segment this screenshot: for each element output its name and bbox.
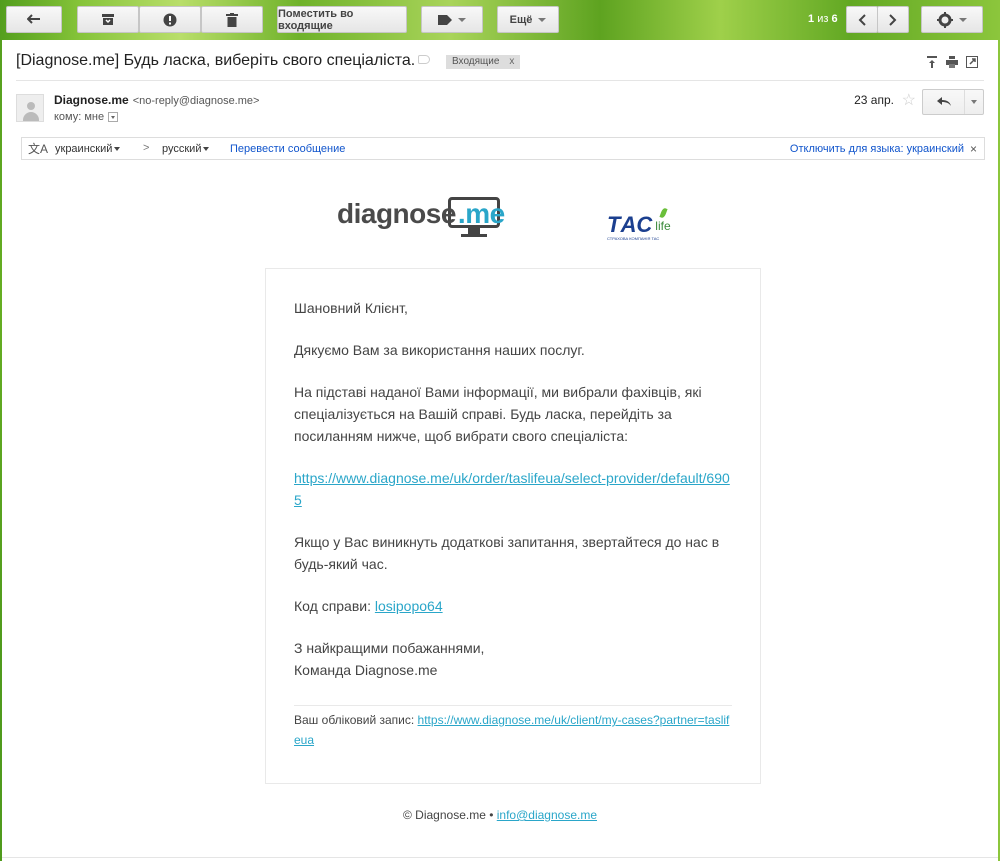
case-code-line: Код справи: losipopo64: [294, 595, 734, 617]
delete-button[interactable]: [201, 6, 263, 33]
remove-label-button[interactable]: x: [509, 56, 514, 67]
message-panel: [Diagnose.me] Будь ласка, виберіть свого…: [2, 40, 998, 861]
case-code-link[interactable]: losipopo64: [375, 598, 443, 614]
message-subject: [Diagnose.me] Будь ласка, виберіть свого…: [16, 52, 416, 69]
gear-icon: [937, 11, 953, 28]
tas-subtitle: СТРАХОВА КОМПАНІЯ ТАС: [607, 236, 660, 241]
message-counter: 1 из 6: [808, 13, 838, 25]
more-label: Ещё: [509, 13, 533, 26]
print-icon[interactable]: [946, 56, 958, 68]
report-spam-icon: [163, 13, 177, 26]
account-label: Ваш обліковий запис:: [294, 713, 418, 727]
subject-actions: [926, 56, 978, 68]
diagnose-me-word: .me: [457, 198, 505, 229]
counter-total: 6: [831, 13, 838, 25]
email-card: Шановний Клієнт, Дякуємо Вам за використ…: [265, 268, 761, 784]
copyright-text: © Diagnose.me •: [403, 808, 497, 822]
avatar: [16, 94, 44, 122]
regards-text: З найкращими побажаннями,: [294, 640, 485, 656]
bottom-divider: [2, 857, 998, 858]
inbox-label-chip: Входящие x: [446, 55, 521, 69]
toolbar: Поместить во входящие Ещё 1 из 6: [0, 0, 1000, 40]
chevron-down-icon: [203, 147, 210, 152]
subject-row: [Diagnose.me] Будь ласка, виберіть свого…: [16, 50, 984, 74]
source-language-select[interactable]: украинский: [55, 143, 121, 155]
reply-button[interactable]: [923, 90, 965, 114]
questions-text: Якщо у Вас виникнуть додаткові запитання…: [294, 534, 720, 572]
chevron-down-icon: [959, 17, 967, 22]
recipient-text: кому: мне: [54, 111, 105, 123]
settings-button[interactable]: [921, 6, 983, 33]
sender-info: Diagnose.me <no-reply@diagnose.me>: [54, 93, 259, 107]
report-spam-button[interactable]: [139, 6, 201, 33]
expand-all-icon[interactable]: [926, 56, 938, 68]
inbox-label-text: Входящие: [452, 56, 500, 67]
translate-bar: 文A украинский > русский Перевести сообще…: [21, 137, 985, 160]
divider: [16, 80, 984, 81]
archive-button[interactable]: [77, 6, 139, 33]
info-email-link[interactable]: info@diagnose.me: [497, 808, 597, 822]
target-language-label: русский: [162, 143, 202, 155]
team-signature: Команда Diagnose.me: [294, 662, 438, 678]
newer-button[interactable]: [846, 6, 878, 33]
reply-icon: [936, 97, 951, 106]
monitor-base: [461, 234, 487, 237]
older-button[interactable]: [877, 6, 909, 33]
arrow-right-icon: >: [143, 142, 150, 154]
select-provider-link[interactable]: https://www.diagnose.me/uk/order/taslife…: [294, 470, 730, 508]
details-dropdown-icon[interactable]: [108, 112, 119, 123]
email-body: Шановний Клієнт, Дякуємо Вам за використ…: [294, 297, 734, 681]
reply-options-icon[interactable]: [971, 100, 977, 104]
new-window-icon[interactable]: [966, 56, 978, 68]
source-language-label: украинский: [55, 143, 113, 155]
arrow-back-icon: [27, 13, 40, 24]
chevron-right-icon: [889, 13, 897, 26]
greeting: Шановний Клієнт,: [294, 300, 408, 316]
star-icon[interactable]: ☆: [902, 90, 916, 110]
case-code-label: Код справи:: [294, 598, 375, 614]
leaf-icon: [659, 207, 668, 219]
tas-logo: ТАС life СТРАХОВА КОМПАНІЯ ТАС: [607, 207, 671, 241]
chevron-down-icon: [458, 17, 466, 22]
chevron-down-icon: [538, 17, 547, 22]
sender-email: <no-reply@diagnose.me>: [132, 95, 260, 107]
info-text: На підставі наданої Вами інформації, ми …: [294, 384, 702, 444]
target-language-select[interactable]: русский: [162, 143, 210, 155]
tas-logo-text: ТАС: [607, 212, 654, 237]
archive-icon: [102, 14, 114, 25]
close-icon[interactable]: ×: [970, 142, 977, 156]
label-tag-icon: [438, 14, 452, 25]
card-divider: [294, 705, 732, 706]
diagnose-logo-text: diagnose.me: [337, 198, 505, 230]
email-footer: © Diagnose.me • info@diagnose.me: [2, 808, 998, 822]
tas-life-text: life: [655, 219, 671, 233]
sender-name: Diagnose.me: [54, 93, 129, 107]
more-button[interactable]: Ещё: [497, 6, 559, 33]
disable-translation-link[interactable]: Отключить для языка: украинский: [790, 143, 964, 155]
back-button[interactable]: [6, 6, 62, 33]
translate-icon: 文A: [28, 142, 49, 156]
chevron-down-icon: [114, 147, 121, 152]
recipient-line: кому: мне: [54, 111, 119, 123]
importance-marker-icon[interactable]: [418, 55, 430, 64]
move-to-inbox-button[interactable]: Поместить во входящие: [277, 6, 407, 33]
translate-message-link[interactable]: Перевести сообщение: [230, 143, 345, 155]
counter-of: из: [817, 13, 829, 25]
thanks-text: Дякуємо Вам за використання наших послуг…: [294, 342, 585, 358]
counter-range: 1: [808, 13, 815, 25]
move-to-inbox-label: Поместить во входящие: [278, 7, 354, 32]
diagnose-word: diagnose: [337, 198, 456, 229]
reply-button-group: [922, 89, 984, 115]
sender-row: Diagnose.me <no-reply@diagnose.me> кому: …: [16, 89, 984, 130]
account-line: Ваш обліковий запис: https://www.diagnos…: [294, 710, 734, 750]
labels-button[interactable]: [421, 6, 483, 33]
trash-icon: [226, 12, 238, 27]
chevron-left-icon: [858, 13, 866, 26]
message-date: 23 апр.: [854, 93, 894, 107]
